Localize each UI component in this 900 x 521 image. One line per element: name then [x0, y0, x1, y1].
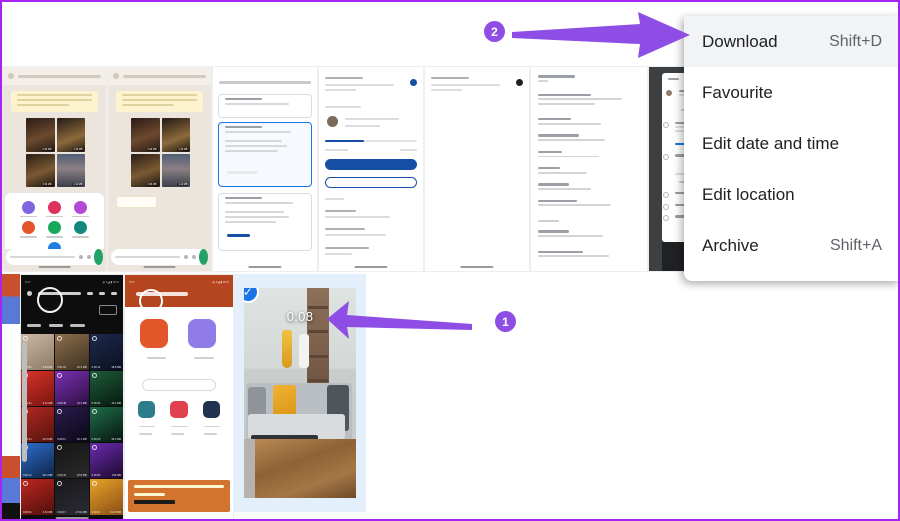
send-button[interactable] — [198, 248, 208, 265]
manage-storage-button[interactable] — [325, 177, 417, 189]
menu-item-edit-location-label: Edit location — [702, 184, 795, 204]
attach-camera[interactable] — [45, 200, 64, 218]
thumbnail-whatsapp-chat[interactable]: 2.96 MB 4.16 MB 2.96 MB 1.14 MB — [107, 66, 212, 272]
chat-notice — [11, 91, 98, 112]
nav-pill — [55, 516, 89, 519]
picker-tabs[interactable] — [21, 319, 123, 331]
import-tile[interactable] — [140, 319, 169, 348]
menu-item-download[interactable]: Download Shift+D — [684, 16, 898, 67]
recommended-apps-header — [142, 378, 216, 392]
menu-item-download-label: Download — [702, 31, 778, 51]
chat-title — [123, 74, 206, 78]
chat-app-bar — [108, 67, 211, 86]
account-avatar — [327, 115, 339, 127]
thumbnail-settings-list[interactable] — [530, 66, 648, 272]
menu-item-favourite-label: Favourite — [702, 82, 773, 102]
nav-pill — [354, 265, 388, 268]
option-storage-saver[interactable] — [218, 122, 312, 188]
chat-image-grid: 2.96 MB 4.16 MB 2.96 MB 1.14 MB — [130, 118, 191, 188]
nav-pill — [460, 265, 494, 268]
attach-document[interactable] — [19, 200, 38, 218]
backup-toggle[interactable] — [409, 79, 417, 87]
attach-gallery[interactable] — [71, 200, 90, 218]
message-input[interactable] — [111, 248, 208, 265]
menu-item-edit-location[interactable]: Edit location — [684, 169, 898, 220]
attach-audio[interactable] — [19, 221, 38, 239]
attach-location[interactable] — [45, 221, 64, 239]
option-original-quality[interactable] — [218, 93, 312, 118]
backup-toggle[interactable] — [515, 79, 523, 87]
chat-title — [18, 74, 101, 78]
nav-pill — [248, 265, 282, 268]
menu-item-edit-date-and-time[interactable]: Edit date and time — [684, 118, 898, 169]
outputs-tile[interactable] — [187, 319, 216, 348]
rec-app-2[interactable] — [170, 400, 188, 419]
chat-app-bar — [3, 67, 106, 86]
menu-item-edit-date-and-time-label: Edit date and time — [702, 133, 840, 153]
nav-pill — [38, 265, 71, 268]
chat-image-grid: 2.96 MB 4.16 MB 2.96 MB 1.14 MB — [25, 118, 86, 188]
highlight-ring — [139, 288, 164, 313]
step-badge-1: 1 — [495, 311, 516, 332]
thumbnail-video-compressor[interactable]: 5:27 ◍ ▾◢ ▮ 81% — [124, 274, 234, 519]
photo-grid-row-1: 2.96 MB 4.16 MB 2.96 MB 1.14 MB 2.96 MB … — [2, 66, 758, 272]
menu-item-archive[interactable]: Archive Shift+A — [684, 220, 898, 271]
plan-settings-button[interactable] — [325, 158, 417, 171]
nav-pill — [143, 265, 176, 268]
video-duration-label: 0:08 — [286, 309, 314, 325]
screen-title — [219, 81, 311, 85]
menu-item-favourite[interactable]: Favourite — [684, 67, 898, 118]
photo-grid-row-2: 5:27 ◍ ▾◢ ▮ 81% 0:00:51 3.49 MB 0:01:24 … — [2, 274, 366, 519]
thumbnail-video-picker[interactable]: 5:27 ◍ ▾◢ ▮ 81% 0:00:51 3.49 MB 0:01:24 … — [20, 274, 124, 519]
rec-app-1[interactable] — [137, 400, 156, 419]
thumbnail-whatsapp-attach-sheet[interactable]: 2.96 MB 4.16 MB 2.96 MB 1.14 MB — [2, 66, 107, 272]
menu-item-archive-label: Archive — [702, 235, 759, 255]
ad-banner[interactable] — [128, 480, 230, 513]
option-express[interactable] — [218, 193, 312, 251]
thumbnail-backup-quality-settings[interactable] — [212, 66, 318, 272]
chat-notice — [116, 91, 203, 112]
video-grid[interactable]: 0:00:51 3.49 MB 0:01:24 10.2 MB 0:00:14 48.… — [21, 334, 123, 515]
message-reaction — [116, 195, 158, 208]
menu-item-download-shortcut: Shift+D — [829, 32, 882, 50]
picker-app-bar — [21, 285, 123, 302]
next-button[interactable] — [98, 304, 117, 315]
back-icon — [8, 73, 14, 80]
back-icon — [113, 73, 119, 80]
attachment-sheet[interactable] — [5, 193, 104, 260]
send-button[interactable] — [93, 248, 103, 265]
highlight-ring — [37, 287, 64, 314]
status-bar: 5:27 ◍ ▾◢ ▮ 81% — [129, 279, 229, 284]
attach-payment[interactable] — [71, 221, 90, 239]
thumbnail-backup-and-sync-2[interactable] — [424, 66, 530, 272]
selected-video-thumbnail[interactable]: 0:08 ✓ — [234, 274, 366, 512]
vertical-scrollbar[interactable] — [22, 342, 27, 462]
step-badge-2: 2 — [484, 21, 505, 42]
rec-app-3[interactable] — [202, 400, 221, 419]
photo-context-menu[interactable]: Download Shift+D Favourite Edit date and… — [684, 16, 898, 281]
avatar — [665, 90, 672, 97]
thumbnail-partial-left[interactable] — [2, 274, 20, 519]
message-input[interactable] — [6, 248, 103, 265]
thumbnail-backup-and-sync[interactable] — [318, 66, 424, 272]
menu-item-archive-shortcut: Shift+A — [829, 236, 882, 254]
photos-app-window: 2.96 MB 4.16 MB 2.96 MB 1.14 MB 2.96 MB … — [0, 0, 900, 521]
